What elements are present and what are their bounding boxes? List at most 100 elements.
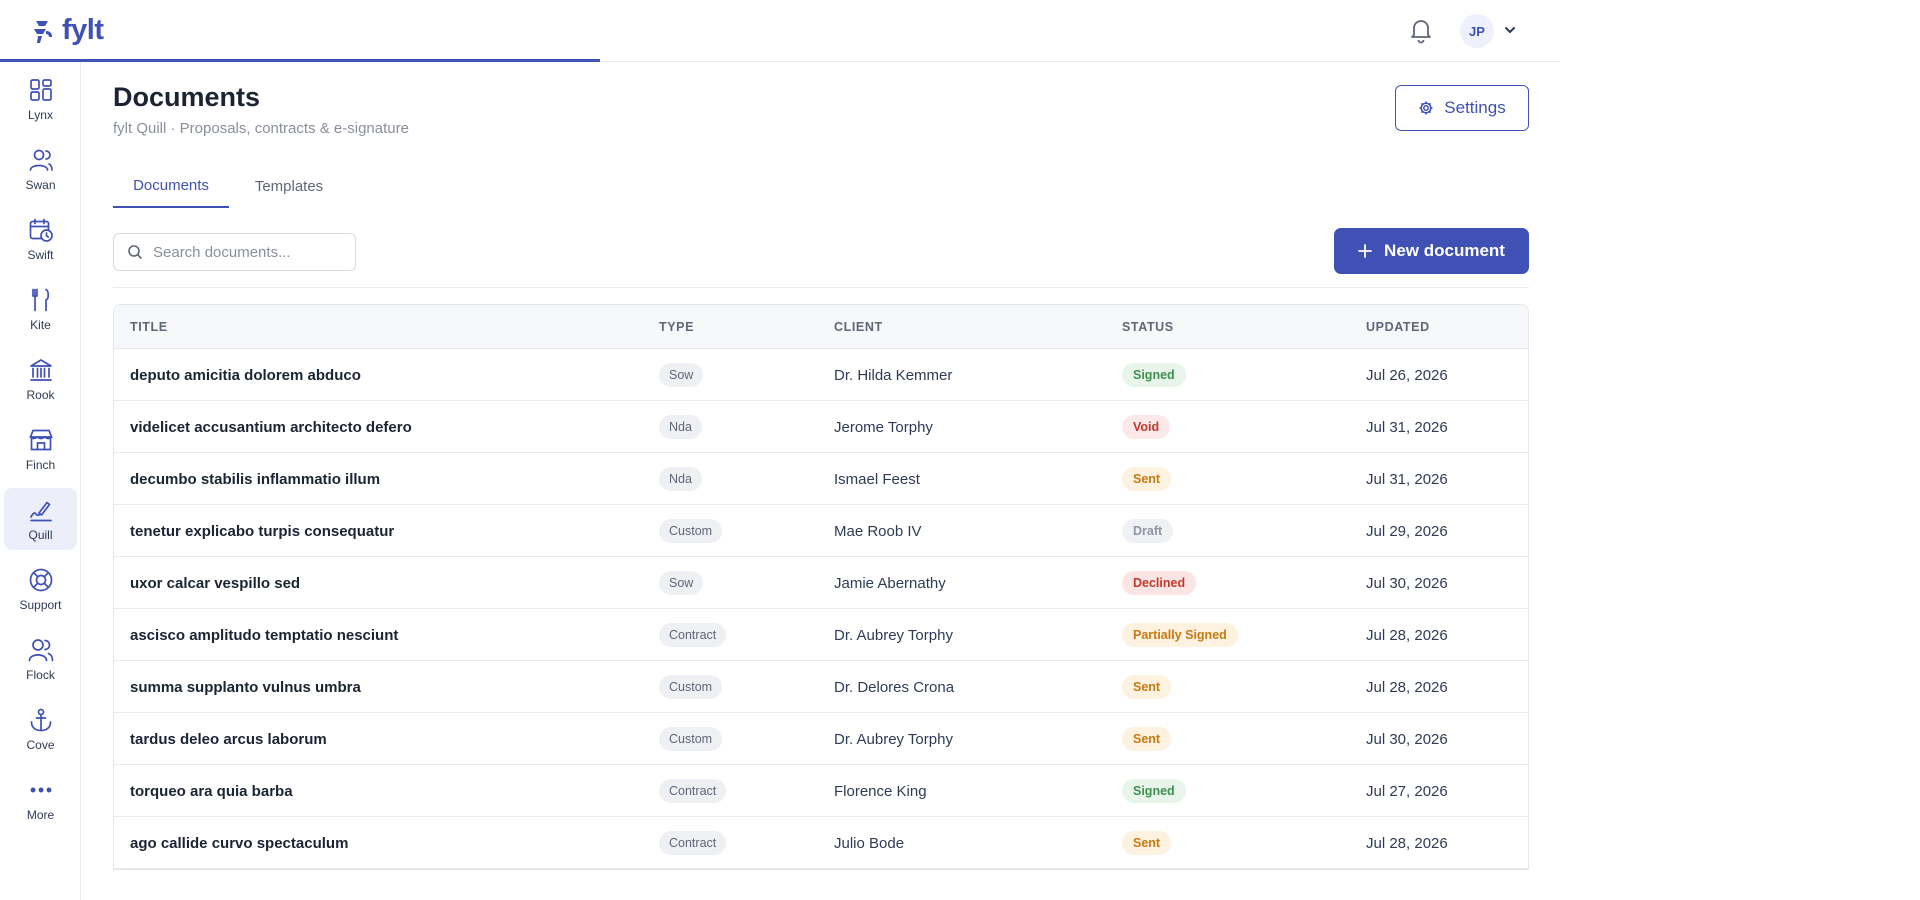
- sidebar-item-swift[interactable]: Swift: [4, 208, 77, 270]
- sidebar-item-lynx[interactable]: Lynx: [4, 68, 77, 130]
- document-title[interactable]: tenetur explicabo turpis consequatur: [130, 505, 630, 557]
- lifebuoy-icon: [29, 568, 52, 592]
- search-input[interactable]: [153, 243, 343, 261]
- sidebar-item-label: Lynx: [28, 108, 53, 122]
- table-header: TITLE TYPE CLIENT STATUS UPDATED: [114, 305, 1528, 349]
- brand-name: fylt: [62, 14, 104, 46]
- bell-icon[interactable]: [1408, 16, 1434, 44]
- settings-button[interactable]: Settings: [1395, 85, 1529, 131]
- column-header-type[interactable]: TYPE: [659, 305, 819, 349]
- bank-icon: [29, 359, 52, 381]
- updated-date: Jul 28, 2026: [1366, 834, 1448, 852]
- table-row[interactable]: decumbo stabilis inflammatio illum Nda Ism…: [114, 453, 1528, 505]
- table-row[interactable]: videlicet accusantium architecto defero N…: [114, 401, 1528, 453]
- client-name: Jerome Torphy: [834, 418, 933, 436]
- type-cell: Nda: [659, 401, 819, 453]
- type-badge: Contract: [659, 779, 727, 803]
- sidebar-item-label: Kite: [30, 318, 51, 332]
- status-cell: Sent: [1122, 661, 1352, 713]
- document-title[interactable]: torqueo ara quia barba: [130, 765, 630, 817]
- table-row[interactable]: deputo amicitia dolorem abduco Sow Dr. Hil…: [114, 349, 1528, 401]
- anchor-icon: [30, 708, 51, 732]
- table-row[interactable]: torqueo ara quia barba Contract Florence K…: [114, 765, 1528, 817]
- document-title[interactable]: tardus deleo arcus laborum: [130, 713, 630, 765]
- document-title[interactable]: videlicet accusantium architecto defero: [130, 401, 630, 453]
- page-subtitle: fylt Quill · Proposals, contracts & e-si…: [113, 120, 409, 137]
- document-title[interactable]: ago callide curvo spectaculum: [130, 817, 630, 869]
- client-name: Ismael Feest: [834, 470, 920, 488]
- table-row[interactable]: tenetur explicabo turpis consequatur Cust…: [114, 505, 1528, 557]
- column-header-updated[interactable]: UPDATED: [1366, 305, 1516, 349]
- fylt-logo-icon: [34, 20, 52, 43]
- type-badge: Nda: [659, 415, 702, 439]
- type-cell: Contract: [659, 817, 819, 869]
- sidebar-item-label: Support: [19, 598, 62, 612]
- sidebar-item-swan[interactable]: Swan: [4, 138, 77, 200]
- type-cell: Custom: [659, 713, 819, 765]
- status-badge: Void: [1122, 415, 1171, 439]
- column-header-status[interactable]: STATUS: [1122, 305, 1352, 349]
- table-row[interactable]: summa supplanto vulnus umbra Custom Dr. De…: [114, 661, 1528, 713]
- column-header-title[interactable]: TITLE: [130, 305, 630, 349]
- storefront-icon: [28, 429, 53, 451]
- client-name: Mae Roob IV: [834, 522, 922, 540]
- status-badge: Sent: [1122, 727, 1172, 751]
- chevron-down-icon[interactable]: [1502, 22, 1518, 38]
- sidebar-item-kite[interactable]: Kite: [4, 278, 77, 340]
- type-cell: Contract: [659, 765, 819, 817]
- status-cell: Sent: [1122, 713, 1352, 765]
- updated-date: Jul 27, 2026: [1366, 782, 1448, 800]
- sidebar-item-cove[interactable]: Cove: [4, 698, 77, 760]
- document-title[interactable]: ascisco amplitudo temptatio nesciunt: [130, 609, 630, 661]
- type-cell: Contract: [659, 609, 819, 661]
- table-row[interactable]: ago callide curvo spectaculum Contract Jul…: [114, 817, 1528, 869]
- type-badge: Sow: [659, 363, 704, 387]
- divider: [113, 287, 1529, 288]
- new-document-label: New document: [1384, 241, 1505, 260]
- table-row[interactable]: uxor calcar vespillo sed Sow Jamie Abernat…: [114, 557, 1528, 609]
- status-cell: Sent: [1122, 453, 1352, 505]
- document-title[interactable]: deputo amicitia dolorem abduco: [130, 349, 630, 401]
- type-cell: Sow: [659, 349, 819, 401]
- tab-documents[interactable]: Documents: [113, 164, 229, 208]
- document-title[interactable]: decumbo stabilis inflammatio illum: [130, 453, 630, 505]
- plus-icon: [1358, 244, 1372, 258]
- tab-templates[interactable]: Templates: [233, 164, 345, 208]
- updated-date: Jul 29, 2026: [1366, 522, 1448, 540]
- updated-date: Jul 26, 2026: [1366, 366, 1448, 384]
- type-badge: Custom: [659, 519, 723, 543]
- table-row[interactable]: tardus deleo arcus laborum Custom Dr. Aubr…: [114, 713, 1528, 765]
- type-cell: Sow: [659, 557, 819, 609]
- avatar[interactable]: JP: [1460, 14, 1494, 48]
- document-title[interactable]: summa supplanto vulnus umbra: [130, 661, 630, 713]
- sidebar-item-quill[interactable]: Quill: [4, 488, 77, 550]
- sidebar-item-label: Swan: [25, 178, 56, 192]
- status-badge: Declined: [1122, 571, 1197, 595]
- client-name: Dr. Delores Crona: [834, 678, 955, 696]
- status-cell: Signed: [1122, 349, 1352, 401]
- sidebar-item-label: Swift: [27, 248, 54, 262]
- documents-table: TITLE TYPE CLIENT STATUS UPDATED deputo …: [113, 304, 1529, 870]
- type-badge: Contract: [659, 831, 727, 855]
- sidebar: Lynx Swan Swift Kite Rook Finch Quill Support Fl…: [0, 62, 81, 900]
- sidebar-item-rook[interactable]: Rook: [4, 348, 77, 410]
- type-cell: Nda: [659, 453, 819, 505]
- status-cell: Partially Signed: [1122, 609, 1352, 661]
- type-cell: Custom: [659, 505, 819, 557]
- table-row[interactable]: ascisco amplitudo temptatio nesciunt Cont…: [114, 609, 1528, 661]
- document-title[interactable]: uxor calcar vespillo sed: [130, 557, 630, 609]
- sidebar-item-flock[interactable]: Flock: [4, 628, 77, 690]
- column-header-client[interactable]: CLIENT: [834, 305, 1104, 349]
- search-box[interactable]: [113, 233, 356, 271]
- new-document-button[interactable]: New document: [1334, 228, 1529, 274]
- sidebar-item-support[interactable]: Support: [4, 558, 77, 620]
- sidebar-item-more[interactable]: More: [4, 768, 77, 830]
- sidebar-item-label: Cove: [26, 738, 55, 752]
- status-cell: Sent: [1122, 817, 1352, 869]
- sidebar-item-finch[interactable]: Finch: [4, 418, 77, 480]
- page-title: Documents: [113, 82, 261, 112]
- client-name: Dr. Aubrey Torphy: [834, 730, 953, 748]
- signature-icon: [29, 501, 52, 522]
- sidebar-item-label: Rook: [26, 388, 55, 402]
- brand-logo[interactable]: fylt: [30, 14, 104, 47]
